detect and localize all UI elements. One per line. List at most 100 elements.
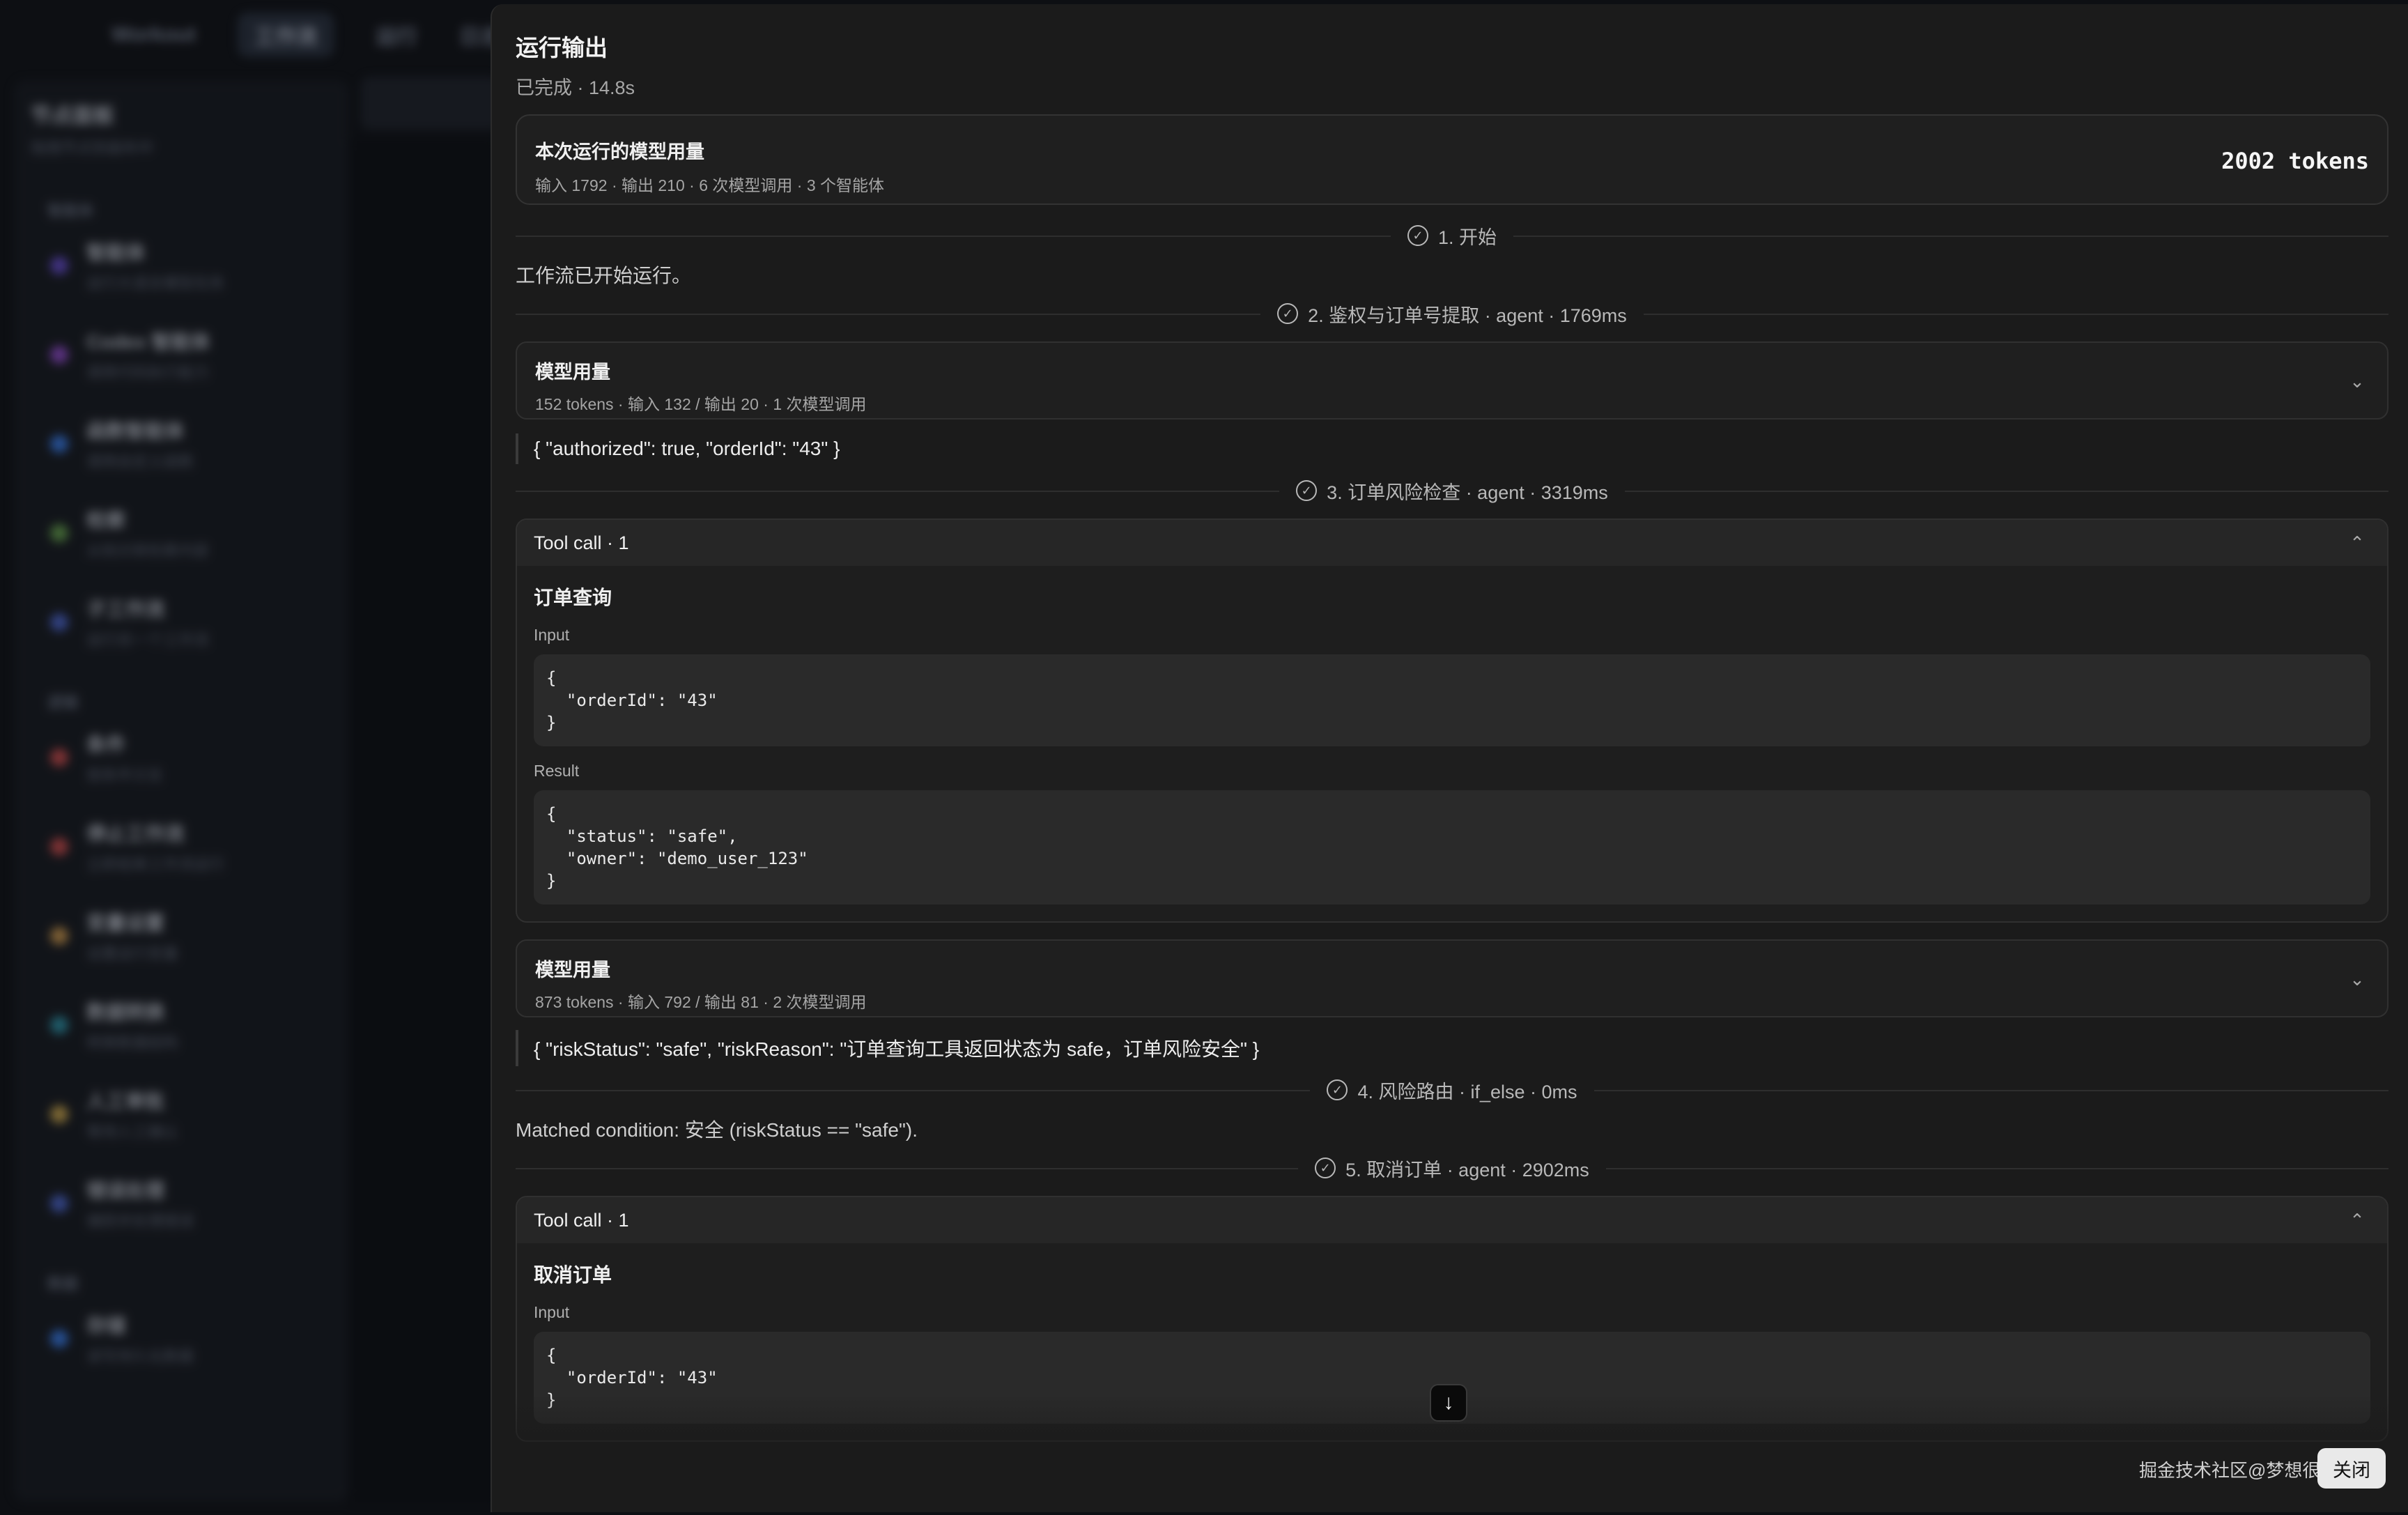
tool-call-header[interactable]: Tool call · 1 ⌃ <box>517 520 2387 566</box>
bg-sidebar-title: 节点面板 <box>31 105 114 128</box>
step-label: ✓ 5. 取消订单 · agent · 2902ms <box>1298 1154 1606 1182</box>
model-usage-sub: 152 tokens · 输入 132 / 输出 20 · 1 次模型调用 <box>535 395 867 413</box>
node-icon <box>50 838 68 856</box>
bg-sidebar-item: 检索从知识库检索内容 <box>50 505 332 561</box>
bg-sidebar-item: Codex 智能体 调用代码执行能力 <box>50 327 332 383</box>
node-icon <box>50 1016 68 1034</box>
background-canvas-toolbar <box>361 77 500 130</box>
step-output: { "authorized": true, "orderId": "43" } <box>516 433 2388 464</box>
bg-item-sub: 调用自定义函数 <box>86 453 194 470</box>
bg-item-title: 智能体 <box>86 242 146 263</box>
tool-call-header[interactable]: Tool call · 1 ⌃ <box>517 1197 2387 1243</box>
bg-topbar-item: 运行 <box>376 26 418 49</box>
close-button[interactable]: 关闭 <box>2317 1448 2386 1489</box>
input-label: Input <box>534 626 570 644</box>
bg-item-title: 错误处理 <box>86 1180 165 1201</box>
tool-call-label: Tool call · 1 <box>534 1209 629 1231</box>
bg-item-sub: 运行大语言模型任务 <box>86 275 225 292</box>
bg-sidebar-item: 条件 按条件分支 <box>50 730 332 785</box>
tool-name: 订单查询 <box>534 587 612 608</box>
bg-item-title: 存储 <box>86 1315 126 1337</box>
bg-item-sub: 捕获并处理错误 <box>86 1213 194 1230</box>
bg-sidebar-item: 变量设置 设置运行变量 <box>50 908 332 964</box>
step-separator: ✓ 4. 风险路由 · if_else · 0ms <box>516 1076 2388 1104</box>
node-icon <box>50 1105 68 1123</box>
node-icon <box>50 435 68 453</box>
model-usage-card[interactable]: 模型用量 152 tokens · 输入 132 / 输出 20 · 1 次模型… <box>516 341 2388 420</box>
model-usage-sub: 873 tokens · 输入 792 / 输出 81 · 2 次模型调用 <box>535 993 867 1011</box>
bg-item-title: 停止工作流 <box>86 823 185 845</box>
background-sidebar: 节点面板 拖拽节点到画布中 智能体 智能体 运行大语言模型任务 Codex 智能体 调用… <box>14 80 348 1502</box>
node-icon <box>50 927 68 945</box>
step-label: ✓ 1. 开始 <box>1390 222 1514 249</box>
tool-call-label: Tool call · 1 <box>534 532 629 553</box>
bg-item-sub: 转换数据结构 <box>86 1034 179 1052</box>
bg-item-sub: 等待人工确认 <box>86 1123 179 1141</box>
step-title: 2. 鉴权与订单号提取 · agent · 1769ms <box>1308 305 1627 326</box>
bg-item-title: 子工作流 <box>86 599 165 620</box>
step-title: 1. 开始 <box>1437 226 1497 248</box>
bg-topbar-item: 工作流 <box>238 13 334 57</box>
step-label: ✓ 3. 订单风险检查 · agent · 3319ms <box>1279 477 1625 505</box>
bg-item-title: 数据转换 <box>86 1001 165 1023</box>
chevron-up-icon[interactable]: ⌃ <box>2347 532 2368 553</box>
step-text: Matched condition: 安全 (riskStatus == "sa… <box>516 1119 918 1141</box>
usage-title: 本次运行的模型用量 <box>535 141 704 162</box>
bg-item-sub: 立即结束工作流运行 <box>86 856 225 873</box>
bg-sidebar-item: 智能体运行大语言模型任务 <box>50 238 332 293</box>
check-circle-icon: ✓ <box>1407 225 1428 246</box>
bg-item-title: 条件 <box>86 734 126 755</box>
node-icon <box>50 1330 68 1348</box>
step-label: ✓ 4. 风险路由 · if_else · 0ms <box>1310 1076 1594 1104</box>
scroll-to-bottom-button[interactable]: ↓ <box>1430 1384 1467 1422</box>
bg-section-label: 智能体 <box>47 202 94 220</box>
bg-section-label: 数据 <box>47 1275 79 1293</box>
bg-item-sub: 从知识库检索内容 <box>86 542 210 560</box>
step-separator: ✓ 5. 取消订单 · agent · 2902ms <box>516 1154 2388 1182</box>
bg-item-title: 检索 <box>86 509 126 531</box>
check-circle-icon: ✓ <box>1277 303 1299 324</box>
model-usage-title: 模型用量 <box>535 362 610 383</box>
node-icon <box>50 346 68 364</box>
bg-topbar-item: Workout <box>111 23 196 46</box>
bg-item-title: Codex 智能体 <box>86 331 210 353</box>
input-label: Input <box>534 1303 570 1321</box>
bg-sidebar-item: 数据转换转换数据结构 <box>50 997 332 1053</box>
step-title: 4. 风险路由 · if_else · 0ms <box>1357 1081 1577 1102</box>
chevron-up-icon[interactable]: ⌃ <box>2347 1210 2368 1231</box>
usage-breakdown: 输入 1792 · 输出 210 · 6 次模型调用 · 3 个智能体 <box>535 176 885 194</box>
chevron-down-icon[interactable]: ⌄ <box>2347 969 2368 990</box>
node-icon <box>50 1194 68 1213</box>
node-icon <box>50 613 68 631</box>
node-icon <box>50 256 68 275</box>
bg-item-sub: 按条件分支 <box>86 767 164 784</box>
panel-title: 运行输出 <box>516 35 608 61</box>
run-output-panel: 运行输出 已完成 · 14.8s 本次运行的模型用量 输入 1792 · 输出 … <box>491 4 2408 1512</box>
bg-item-sub: 运行另一个工作流 <box>86 631 210 649</box>
step-separator: ✓ 1. 开始 <box>516 222 2388 249</box>
bg-sidebar-item: 存储 读写持久化数据 <box>50 1311 332 1367</box>
step-text: 工作流已开始运行。 <box>516 265 692 286</box>
bg-sidebar-item: 错误处理捕获并处理错误 <box>50 1176 332 1231</box>
arrow-down-icon: ↓ <box>1443 1391 1454 1414</box>
check-circle-icon: ✓ <box>1315 1158 1336 1178</box>
step-label: ✓ 2. 鉴权与订单号提取 · agent · 1769ms <box>1260 300 1644 328</box>
background-canvas <box>348 139 495 1505</box>
tool-call-card: Tool call · 1 ⌃ 订单查询 Input { "orderId": … <box>516 518 2388 923</box>
run-output-content[interactable]: 本次运行的模型用量 输入 1792 · 输出 210 · 6 次模型调用 · 3… <box>516 114 2388 1442</box>
chevron-down-icon[interactable]: ⌄ <box>2347 371 2368 392</box>
result-code: { "status": "safe", "owner": "demo_user_… <box>534 790 2370 905</box>
bg-sidebar-item: 子工作流运行另一个工作流 <box>50 594 332 650</box>
bg-item-sub: 设置运行变量 <box>86 945 179 962</box>
step-title: 5. 取消订单 · agent · 2902ms <box>1345 1159 1589 1181</box>
check-circle-icon: ✓ <box>1296 480 1318 501</box>
usage-total-tokens: 2002 tokens <box>2221 148 2369 174</box>
bg-sidebar-item: 函数智能体调用自定义函数 <box>50 416 332 472</box>
bg-item-title: 函数智能体 <box>86 420 185 442</box>
model-usage-card[interactable]: 模型用量 873 tokens · 输入 792 / 输出 81 · 2 次模型… <box>516 939 2388 1017</box>
step-separator: ✓ 3. 订单风险检查 · agent · 3319ms <box>516 477 2388 505</box>
check-circle-icon: ✓ <box>1327 1079 1348 1100</box>
run-status: 已完成 · 14.8s <box>516 77 635 98</box>
bg-sidebar-item: 停止工作流立即结束工作流运行 <box>50 819 332 875</box>
bg-sidebar-subtitle: 拖拽节点到画布中 <box>31 139 154 157</box>
